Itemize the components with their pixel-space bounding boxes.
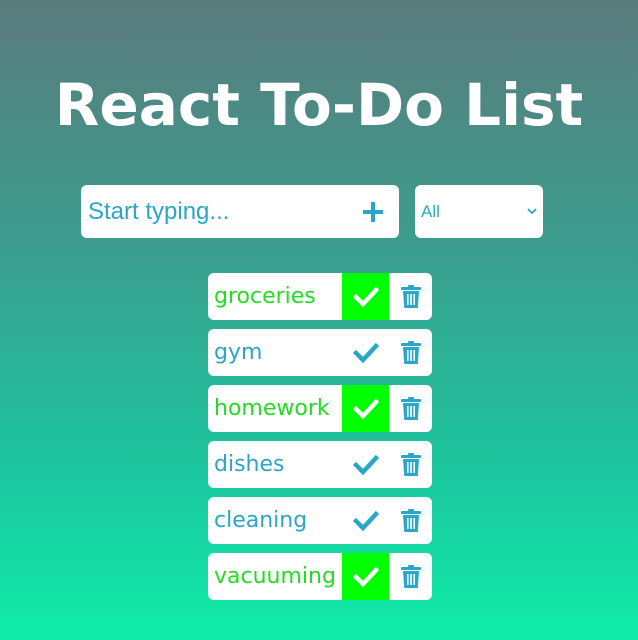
trash-icon xyxy=(400,396,421,420)
todo-item-1: gym xyxy=(208,329,432,376)
delete-button[interactable] xyxy=(389,273,432,320)
todo-text: vacuuming xyxy=(214,564,336,589)
check-icon xyxy=(352,566,379,587)
plus-icon xyxy=(362,201,383,222)
check-icon xyxy=(352,286,379,307)
add-todo-button[interactable] xyxy=(346,185,399,238)
input-wrapper xyxy=(81,185,399,238)
todo-item-0: groceries xyxy=(208,273,432,320)
check-icon xyxy=(352,510,379,531)
page-title: React To-Do List xyxy=(54,71,584,139)
todo-item-4: cleaning xyxy=(208,497,432,544)
delete-button[interactable] xyxy=(389,497,432,544)
todo-text: dishes xyxy=(214,452,285,477)
trash-icon xyxy=(400,564,421,588)
complete-button[interactable] xyxy=(342,497,389,544)
todo-text: gym xyxy=(214,340,263,365)
complete-button[interactable] xyxy=(342,329,389,376)
todo-item-3: dishes xyxy=(208,441,432,488)
todo-text: groceries xyxy=(214,284,316,309)
complete-button[interactable] xyxy=(342,273,389,320)
filter-select[interactable]: All xyxy=(415,185,543,238)
delete-button[interactable] xyxy=(389,385,432,432)
trash-icon xyxy=(400,508,421,532)
complete-button[interactable] xyxy=(342,553,389,600)
todo-item-5: vacuuming xyxy=(208,553,432,600)
check-icon xyxy=(352,398,379,419)
todo-form: All xyxy=(81,185,543,238)
filter-select-wrapper: All xyxy=(415,185,543,238)
todo-list: groceries gym homework dishes cleaning v… xyxy=(208,273,432,609)
check-icon xyxy=(352,342,379,363)
complete-button[interactable] xyxy=(342,441,389,488)
delete-button[interactable] xyxy=(389,553,432,600)
todo-text: homework xyxy=(214,396,330,421)
complete-button[interactable] xyxy=(342,385,389,432)
todo-text: cleaning xyxy=(214,508,308,533)
todo-item-2: homework xyxy=(208,385,432,432)
trash-icon xyxy=(400,452,421,476)
delete-button[interactable] xyxy=(389,441,432,488)
trash-icon xyxy=(400,340,421,364)
todo-input[interactable] xyxy=(81,185,346,238)
delete-button[interactable] xyxy=(389,329,432,376)
trash-icon xyxy=(400,284,421,308)
check-icon xyxy=(352,454,379,475)
